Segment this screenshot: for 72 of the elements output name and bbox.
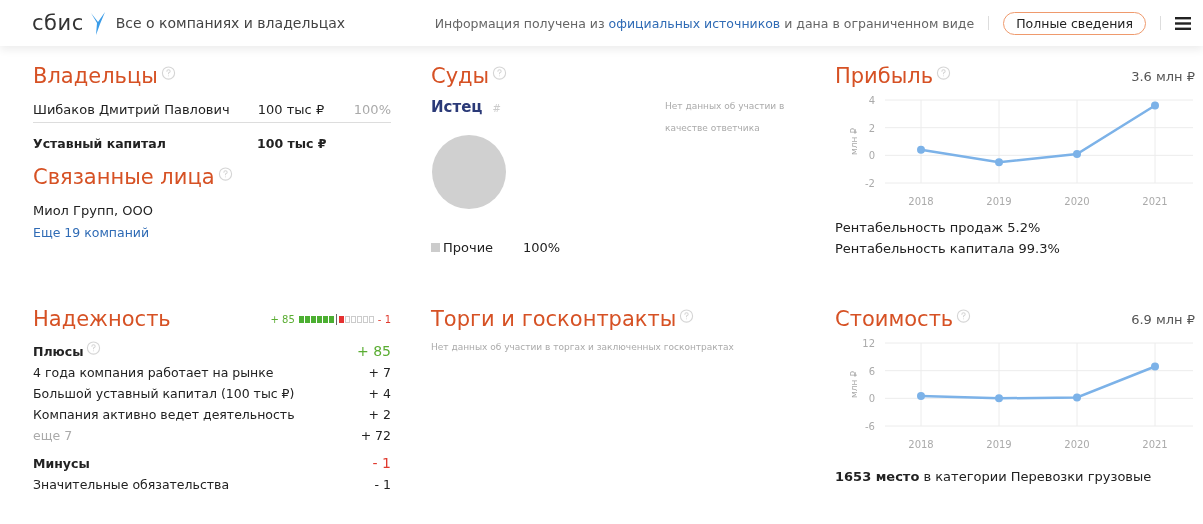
- factor-label: Большой уставный капитал (100 тыс ₽): [33, 386, 295, 401]
- logo-text[interactable]: сбис: [32, 11, 84, 35]
- section-title: Стоимость: [835, 307, 954, 331]
- minus-score: - 1: [377, 313, 391, 325]
- more-companies-link[interactable]: Еще 19 компаний: [33, 225, 391, 240]
- y-tick-label: 2: [868, 122, 875, 134]
- legend-value: 100%: [523, 240, 561, 255]
- capital-value: 100 тыс ₽: [257, 136, 328, 151]
- help-icon[interactable]: [679, 308, 695, 324]
- x-tick-label: 2019: [986, 439, 1012, 450]
- legend-swatch: [431, 243, 440, 252]
- help-icon[interactable]: [492, 65, 508, 81]
- factor-score: - 1: [374, 477, 391, 492]
- group-total: + 85: [357, 343, 391, 359]
- group-label: Плюсы: [33, 343, 84, 359]
- no-data-note: Нет данных об участии в торгах и заключенных госконтрактах: [431, 341, 735, 354]
- full-details-button[interactable]: Полные сведения: [1003, 11, 1146, 35]
- plus-score: + 85: [270, 313, 295, 325]
- y-tick-label: 12: [862, 338, 875, 349]
- profitability-text: Рентабельность продаж 5.2%: [835, 220, 1042, 235]
- x-tick-label: 2020: [1064, 196, 1090, 207]
- y-axis-label: млн ₽: [849, 128, 859, 155]
- profitability-text: Рентабельность капитала 99.3%: [835, 241, 1061, 256]
- plaintiff-label: Истец: [431, 98, 483, 116]
- capital-label: Уставный капитал: [33, 136, 167, 151]
- group-total: - 1: [372, 455, 391, 471]
- info-text: Информация получена из официальных источников и дана в ограниченном виде: [434, 15, 975, 31]
- section-title: Прибыль: [835, 64, 934, 88]
- profit-value: 3.6 млн ₽: [1131, 68, 1195, 84]
- section-title: Владельцы: [33, 64, 158, 88]
- x-tick-label: 2018: [908, 439, 934, 450]
- section-title: Надежность: [33, 307, 171, 331]
- owner-amount: 100 тыс ₽: [257, 102, 326, 117]
- y-tick-label: 0: [868, 393, 875, 405]
- x-tick-label: 2021: [1142, 439, 1168, 450]
- hash-mark: #: [492, 103, 501, 114]
- page-title: Все о компаниях и владельцах: [115, 15, 346, 31]
- y-tick-label: 4: [868, 95, 875, 106]
- help-icon[interactable]: [160, 65, 176, 81]
- rank-text: 1653 место в категории Перевозки грузовые: [835, 469, 1153, 484]
- help-icon[interactable]: [86, 340, 102, 356]
- section-title: Суды: [431, 64, 490, 88]
- x-tick-label: 2021: [1142, 196, 1168, 207]
- owner-share: 100%: [353, 102, 391, 117]
- factor-label: Компания активно ведет деятельность: [33, 407, 295, 422]
- y-tick-label: -6: [865, 421, 875, 432]
- help-icon[interactable]: [936, 65, 952, 81]
- x-tick-label: 2018: [908, 196, 934, 207]
- no-data-note: Нет данных об участии в качестве ответчика: [665, 100, 786, 135]
- factor-score: + 72: [360, 428, 391, 443]
- menu-icon[interactable]: [1175, 16, 1191, 30]
- sources-link[interactable]: официальных источников: [608, 15, 781, 31]
- help-icon[interactable]: [956, 308, 972, 324]
- section-title: Связанные лица: [33, 165, 215, 189]
- factor-score: + 2: [368, 407, 391, 422]
- y-tick-label: 6: [868, 365, 875, 377]
- factor-label: 4 года компания работает на рынке: [33, 365, 274, 380]
- factor-score: + 7: [368, 365, 391, 380]
- x-tick-label: 2020: [1064, 439, 1090, 450]
- group-label: Минусы: [33, 455, 90, 471]
- factor-score: + 4: [368, 386, 391, 401]
- section-title: Торги и госконтракты: [431, 307, 677, 331]
- factor-label: Значительные обязательства: [33, 477, 230, 492]
- help-icon[interactable]: [217, 166, 233, 182]
- legend-label: Прочие: [443, 240, 495, 255]
- related-company[interactable]: Миол Групп, ООО: [33, 203, 391, 218]
- y-tick-label: -2: [865, 178, 875, 189]
- x-tick-label: 2019: [986, 196, 1012, 207]
- y-tick-label: 0: [868, 150, 875, 162]
- owner-name[interactable]: Шибаков Дмитрий Павлович: [33, 102, 258, 117]
- cost-value: 6.9 млн ₽: [1131, 311, 1195, 327]
- y-axis-label: млн ₽: [849, 371, 859, 398]
